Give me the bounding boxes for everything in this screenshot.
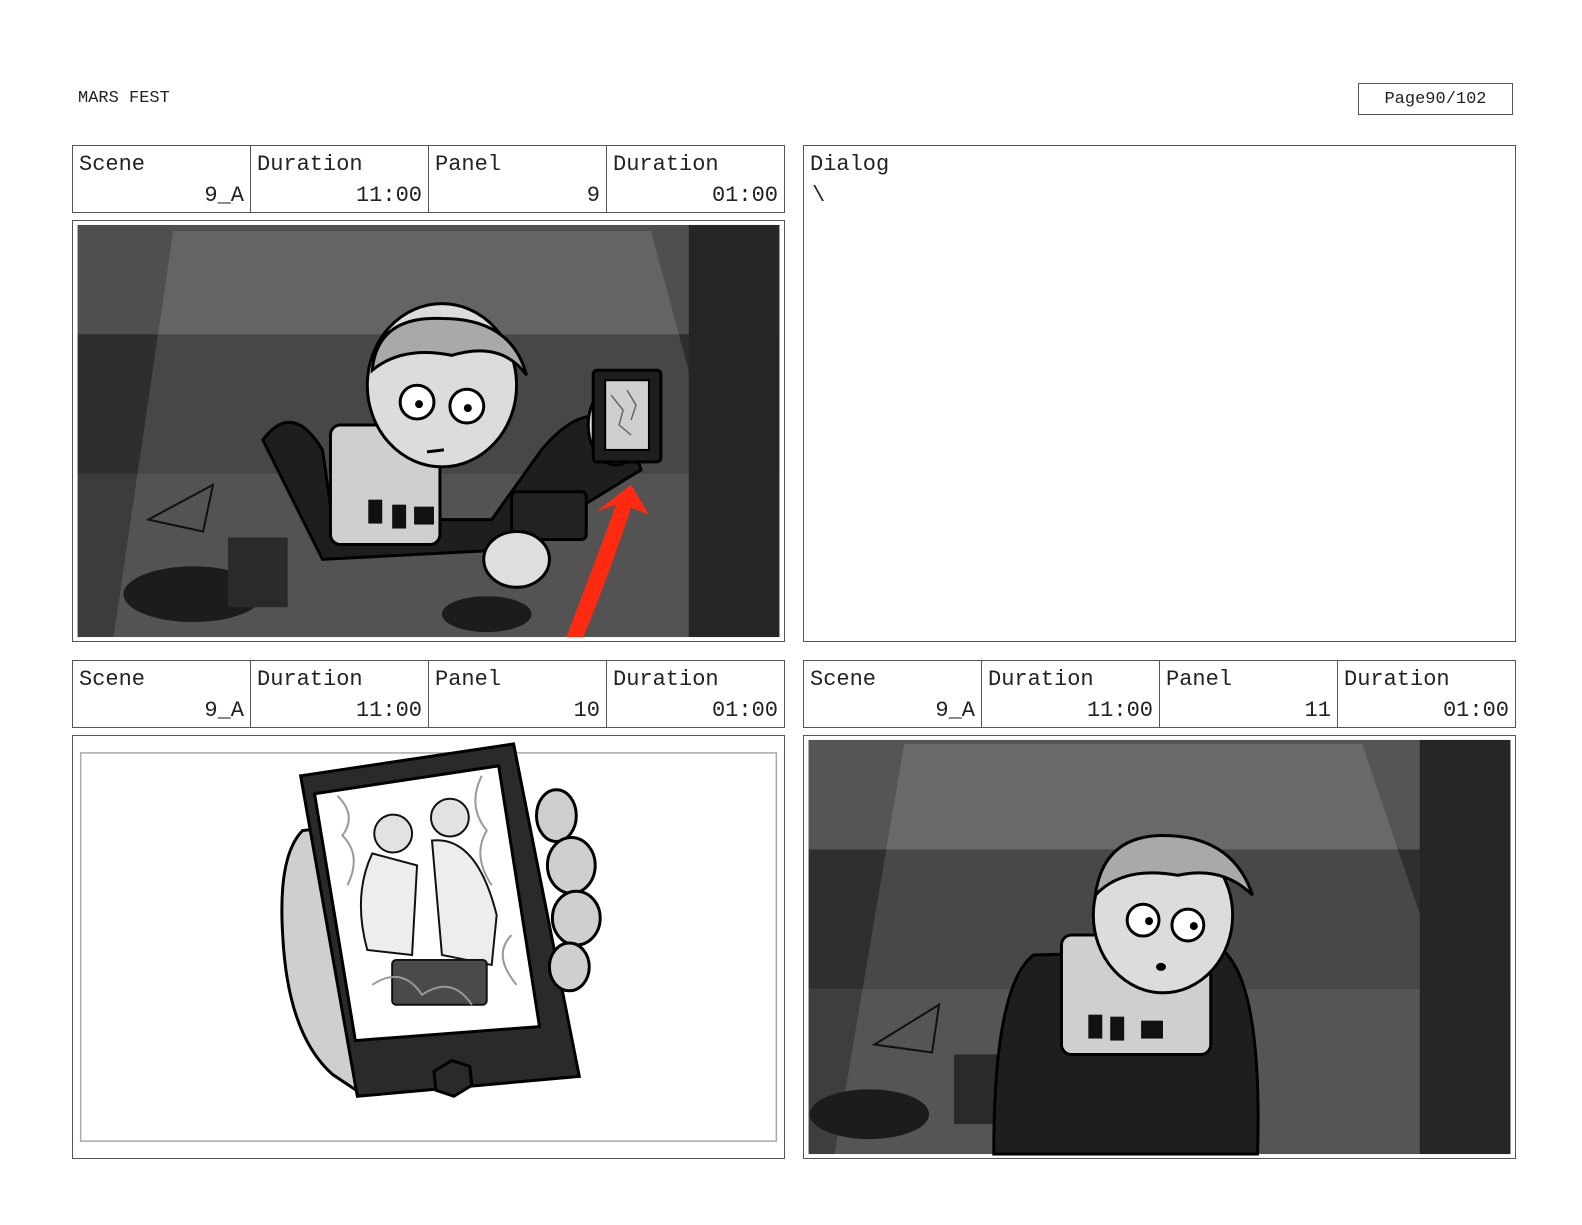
panel-duration-value: 01:00 bbox=[1442, 698, 1509, 723]
panel-header-10: Scene 9_A Duration 11:00 Panel 10 Durati… bbox=[72, 660, 785, 728]
page-indicator: Page 90/102 bbox=[1358, 83, 1513, 115]
panel-frame-10 bbox=[72, 735, 785, 1159]
panel-duration-cell: Duration 01:00 bbox=[606, 146, 784, 212]
panel-header-11: Scene 9_A Duration 11:00 Panel 11 Durati… bbox=[803, 660, 1516, 728]
panel-duration-value: 01:00 bbox=[711, 698, 778, 723]
scene-label: Scene bbox=[79, 152, 146, 177]
duration-label: Duration bbox=[988, 667, 1094, 692]
scene-value: 9_A bbox=[935, 698, 975, 723]
scene-label: Scene bbox=[810, 667, 877, 692]
panel-frame-11 bbox=[803, 735, 1516, 1159]
panel-cell: Panel 11 bbox=[1159, 661, 1337, 727]
duration-label: Duration bbox=[257, 667, 363, 692]
dialog-text: \ bbox=[812, 183, 826, 208]
page-label: Page bbox=[1384, 89, 1426, 109]
panel-duration-cell: Duration 01:00 bbox=[1337, 661, 1515, 727]
storyboard-drawing-astronaut-holding-phone bbox=[77, 224, 780, 638]
panel-cell: Panel 10 bbox=[428, 661, 606, 727]
storyboard-drawing-phone-closeup bbox=[79, 742, 778, 1142]
scene-duration-value: 11:00 bbox=[355, 183, 422, 208]
scene-cell: Scene 9_A bbox=[73, 146, 250, 212]
scene-duration-cell: Duration 11:00 bbox=[250, 146, 428, 212]
dialog-label: Dialog bbox=[810, 152, 890, 177]
scene-duration-value: 11:00 bbox=[355, 698, 422, 723]
duration-label: Duration bbox=[613, 667, 719, 692]
panel-cell: Panel 9 bbox=[428, 146, 606, 212]
panel-duration-value: 01:00 bbox=[711, 183, 778, 208]
scene-cell: Scene 9_A bbox=[73, 661, 250, 727]
panel-frame-9 bbox=[72, 220, 785, 642]
scene-value: 9_A bbox=[204, 698, 244, 723]
duration-label: Duration bbox=[1344, 667, 1450, 692]
panel-value: 9 bbox=[586, 183, 600, 208]
duration-label: Duration bbox=[613, 152, 719, 177]
dialog-box: Dialog \ bbox=[803, 145, 1516, 642]
scene-label: Scene bbox=[79, 667, 146, 692]
panel-label: Panel bbox=[435, 152, 502, 177]
storyboard-drawing-astronaut-looking bbox=[808, 739, 1511, 1156]
scene-duration-value: 11:00 bbox=[1086, 698, 1153, 723]
panel-header-9: Scene 9_A Duration 11:00 Panel 9 Duratio… bbox=[72, 145, 785, 213]
scene-duration-cell: Duration 11:00 bbox=[981, 661, 1159, 727]
scene-value: 9_A bbox=[204, 183, 244, 208]
panel-label: Panel bbox=[435, 667, 502, 692]
scene-cell: Scene 9_A bbox=[804, 661, 981, 727]
panel-duration-cell: Duration 01:00 bbox=[606, 661, 784, 727]
panel-value: 11 bbox=[1304, 698, 1331, 723]
panel-label: Panel bbox=[1166, 667, 1233, 692]
scene-duration-cell: Duration 11:00 bbox=[250, 661, 428, 727]
panel-value: 10 bbox=[573, 698, 600, 723]
document-title: MARS FEST bbox=[78, 89, 170, 108]
duration-label: Duration bbox=[257, 152, 363, 177]
page-number: 90/102 bbox=[1425, 89, 1487, 109]
